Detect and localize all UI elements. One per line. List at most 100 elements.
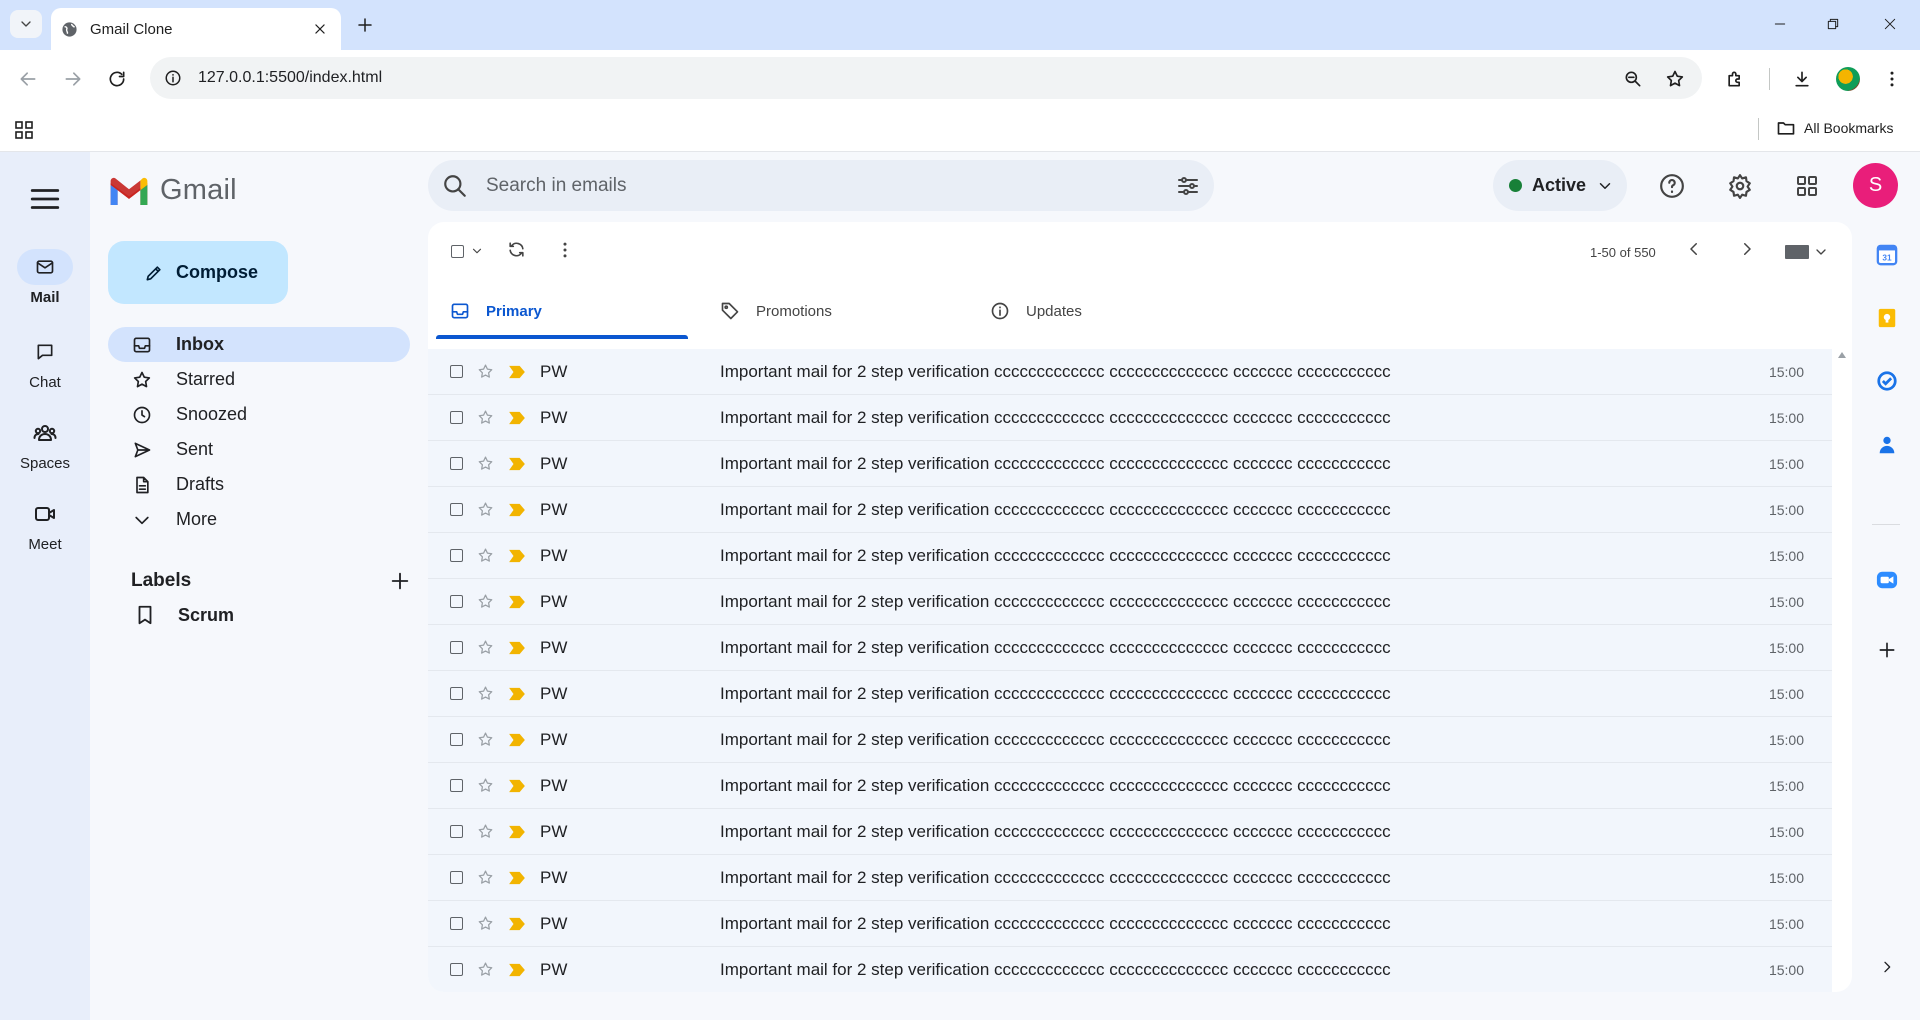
tab-promotions[interactable]: Promotions [706, 287, 958, 335]
calendar-button[interactable]: 31 [1874, 242, 1900, 268]
row-checkbox[interactable] [450, 963, 463, 976]
important-marker-icon[interactable] [508, 779, 526, 793]
label-item-scrum[interactable]: Scrum [134, 604, 234, 626]
star-icon[interactable] [477, 547, 494, 564]
new-tab-button[interactable] [352, 12, 378, 38]
row-checkbox[interactable] [450, 779, 463, 792]
row-checkbox[interactable] [450, 365, 463, 378]
extensions-button[interactable] [1720, 64, 1750, 94]
status-dropdown[interactable]: Active [1493, 160, 1627, 211]
row-checkbox[interactable] [450, 871, 463, 884]
email-row[interactable]: PW Important mail for 2 step verification… [428, 625, 1832, 671]
important-marker-icon[interactable] [508, 365, 526, 379]
row-checkbox[interactable] [450, 641, 463, 654]
important-marker-icon[interactable] [508, 825, 526, 839]
browser-menu-button[interactable] [1877, 64, 1907, 94]
email-row[interactable]: PW Important mail for 2 step verification… [428, 855, 1832, 901]
star-icon[interactable] [477, 363, 494, 380]
close-window-button[interactable] [1870, 10, 1910, 38]
email-row[interactable]: PW Important mail for 2 step verification… [428, 487, 1832, 533]
important-marker-icon[interactable] [508, 503, 526, 517]
forward-button[interactable] [58, 64, 88, 94]
nav-item-starred[interactable]: Starred [108, 362, 410, 397]
main-menu-button[interactable] [28, 182, 62, 216]
row-checkbox[interactable] [450, 825, 463, 838]
nav-item-inbox[interactable]: Inbox [108, 327, 410, 362]
star-icon[interactable] [477, 409, 494, 426]
row-checkbox[interactable] [450, 595, 463, 608]
search-icon[interactable] [442, 173, 468, 199]
star-icon[interactable] [477, 593, 494, 610]
important-marker-icon[interactable] [508, 733, 526, 747]
profile-button[interactable] [1833, 64, 1863, 94]
select-all-dropdown[interactable] [451, 244, 484, 258]
row-checkbox[interactable] [450, 457, 463, 470]
email-row[interactable]: PW Important mail for 2 step verification… [428, 579, 1832, 625]
star-icon[interactable] [477, 823, 494, 840]
email-row[interactable]: PW Important mail for 2 step verification… [428, 671, 1832, 717]
nav-item-snoozed[interactable]: Snoozed [108, 397, 410, 432]
browser-tab[interactable]: Gmail Clone [51, 8, 341, 50]
refresh-button[interactable] [507, 240, 526, 259]
star-icon[interactable] [477, 639, 494, 656]
reload-button[interactable] [102, 64, 132, 94]
important-marker-icon[interactable] [508, 595, 526, 609]
close-tab-button[interactable] [309, 18, 331, 40]
get-addons-button[interactable] [1874, 637, 1900, 663]
rail-item-meet[interactable]: Meet [0, 496, 90, 553]
compose-button[interactable]: Compose [108, 241, 288, 304]
more-actions-button[interactable] [555, 240, 575, 260]
tasks-button[interactable] [1874, 368, 1900, 394]
downloads-button[interactable] [1787, 64, 1817, 94]
important-marker-icon[interactable] [508, 917, 526, 931]
minimize-button[interactable] [1760, 10, 1800, 38]
row-checkbox[interactable] [450, 411, 463, 424]
search-input[interactable] [486, 174, 1126, 197]
star-icon[interactable] [477, 731, 494, 748]
input-tools-dropdown[interactable] [1785, 244, 1829, 260]
older-button[interactable] [1685, 240, 1703, 258]
add-label-button[interactable] [389, 570, 411, 592]
star-icon[interactable] [477, 455, 494, 472]
row-checkbox[interactable] [450, 733, 463, 746]
row-checkbox[interactable] [450, 503, 463, 516]
scroll-up-arrow[interactable] [1838, 352, 1846, 358]
row-checkbox[interactable] [450, 917, 463, 930]
nav-item-drafts[interactable]: Drafts [108, 467, 410, 502]
search-options-button[interactable] [1176, 174, 1200, 198]
email-row[interactable]: PW Important mail for 2 step verification… [428, 809, 1832, 855]
email-row[interactable]: PW Important mail for 2 step verification… [428, 441, 1832, 487]
tab-updates[interactable]: Updates [976, 287, 1228, 335]
contacts-button[interactable] [1874, 432, 1900, 458]
important-marker-icon[interactable] [508, 871, 526, 885]
back-button[interactable] [13, 64, 43, 94]
email-row[interactable]: PW Important mail for 2 step verification… [428, 717, 1832, 763]
address-bar[interactable]: 127.0.0.1:5500/index.html [150, 57, 1702, 99]
support-button[interactable] [1658, 172, 1686, 200]
email-row[interactable]: PW Important mail for 2 step verification… [428, 349, 1832, 395]
search-bar[interactable] [428, 160, 1214, 211]
important-marker-icon[interactable] [508, 687, 526, 701]
row-checkbox[interactable] [450, 687, 463, 700]
star-icon[interactable] [477, 501, 494, 518]
tab-primary[interactable]: Primary [436, 287, 688, 339]
zoom-addon-button[interactable] [1874, 567, 1900, 593]
email-row[interactable]: PW Important mail for 2 step verification… [428, 533, 1832, 579]
important-marker-icon[interactable] [508, 457, 526, 471]
email-row[interactable]: PW Important mail for 2 step verification… [428, 395, 1832, 441]
rail-item-chat[interactable]: Chat [0, 334, 90, 391]
email-row[interactable]: PW Important mail for 2 step verification… [428, 901, 1832, 947]
keep-button[interactable] [1874, 305, 1900, 331]
star-icon[interactable] [477, 777, 494, 794]
apps-shortcut[interactable] [14, 120, 34, 140]
email-row[interactable]: PW Important mail for 2 step verification… [428, 947, 1832, 992]
nav-item-more[interactable]: More [108, 502, 410, 537]
row-checkbox[interactable] [450, 549, 463, 562]
star-icon[interactable] [477, 685, 494, 702]
star-icon[interactable] [477, 915, 494, 932]
gmail-logo[interactable]: Gmail [108, 174, 237, 207]
newer-button[interactable] [1738, 240, 1756, 258]
important-marker-icon[interactable] [508, 963, 526, 977]
google-apps-button[interactable] [1793, 172, 1821, 200]
rail-item-spaces[interactable]: Spaces [0, 415, 90, 472]
